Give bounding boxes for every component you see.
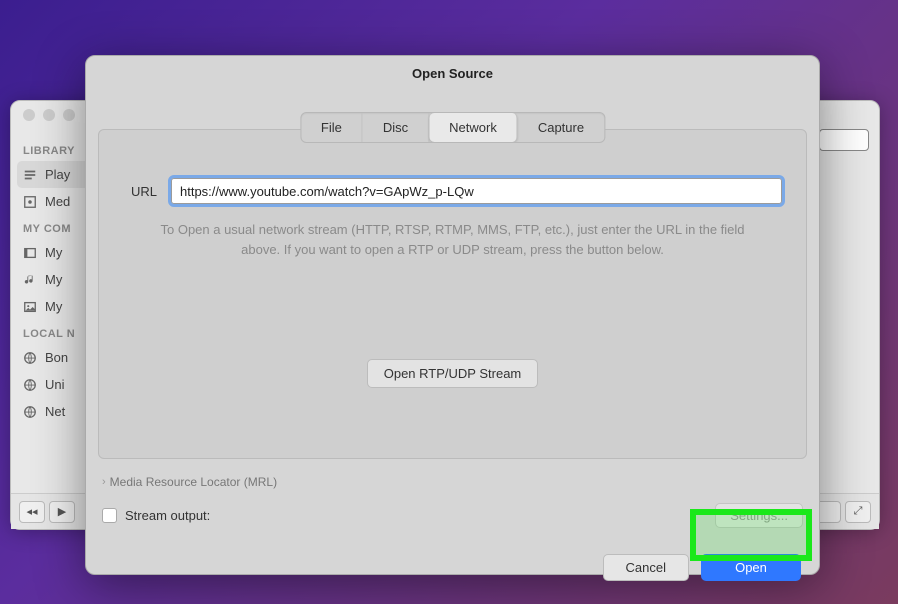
chevron-right-icon: › bbox=[102, 476, 106, 488]
stream-output-checkbox[interactable] bbox=[102, 508, 117, 523]
sidebar-item-label: Bon bbox=[45, 350, 68, 365]
tab-file[interactable]: File bbox=[301, 113, 363, 142]
source-tabs: File Disc Network Capture bbox=[300, 112, 605, 143]
mrl-label: Media Resource Locator (MRL) bbox=[110, 475, 277, 489]
open-source-dialog: Open Source File Disc Network Capture UR… bbox=[85, 55, 820, 575]
sidebar-item-label: Med bbox=[45, 194, 70, 209]
sidebar-item-label: Play bbox=[45, 167, 70, 182]
sidebar-item-label: Net bbox=[45, 404, 65, 419]
dialog-title: Open Source bbox=[86, 56, 819, 89]
music-icon bbox=[23, 273, 37, 287]
close-window-button[interactable] bbox=[23, 109, 35, 121]
tab-network[interactable]: Network bbox=[429, 113, 518, 142]
url-input[interactable] bbox=[171, 178, 782, 204]
picture-icon bbox=[23, 300, 37, 314]
minimize-window-button[interactable] bbox=[43, 109, 55, 121]
media-icon bbox=[23, 195, 37, 209]
video-icon bbox=[23, 246, 37, 260]
playlist-icon bbox=[23, 168, 37, 182]
help-text: To Open a usual network stream (HTTP, RT… bbox=[123, 220, 782, 259]
stream-output-label: Stream output: bbox=[125, 508, 210, 523]
sidebar-item-label: My bbox=[45, 245, 62, 260]
open-rtp-udp-button[interactable]: Open RTP/UDP Stream bbox=[367, 359, 539, 388]
network-icon bbox=[23, 378, 37, 392]
zoom-window-button[interactable] bbox=[63, 109, 75, 121]
sidebar-item-label: My bbox=[45, 299, 62, 314]
network-icon bbox=[23, 405, 37, 419]
open-button[interactable]: Open bbox=[701, 554, 801, 581]
network-panel: File Disc Network Capture URL To Open a … bbox=[98, 129, 807, 459]
search-input[interactable] bbox=[819, 129, 869, 151]
url-label: URL bbox=[123, 184, 157, 199]
fullscreen-button[interactable]: ⤢ bbox=[845, 501, 871, 523]
mrl-disclosure[interactable]: › Media Resource Locator (MRL) bbox=[98, 467, 807, 497]
play-button[interactable]: ▶ bbox=[49, 501, 75, 523]
sidebar-item-label: My bbox=[45, 272, 62, 287]
window-controls bbox=[23, 109, 75, 121]
rewind-button[interactable]: ◂◂ bbox=[19, 501, 45, 523]
cancel-button[interactable]: Cancel bbox=[603, 554, 689, 581]
network-icon bbox=[23, 351, 37, 365]
settings-button[interactable]: Settings... bbox=[715, 503, 803, 528]
sidebar-item-label: Uni bbox=[45, 377, 65, 392]
tab-capture[interactable]: Capture bbox=[518, 113, 604, 142]
tab-disc[interactable]: Disc bbox=[363, 113, 429, 142]
